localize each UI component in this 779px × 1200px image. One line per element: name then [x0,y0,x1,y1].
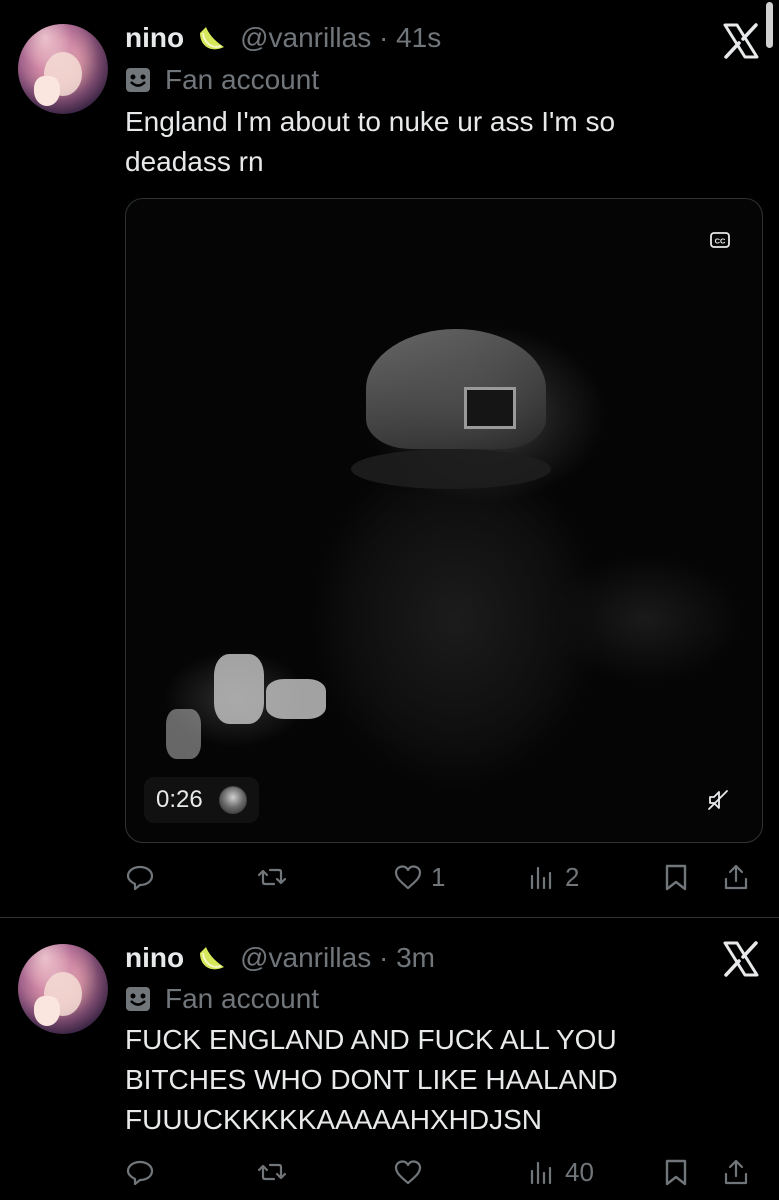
views-button[interactable]: 40 [527,1152,594,1192]
author-name[interactable]: nino [125,942,184,974]
affiliation-text: Fan account [165,983,320,1014]
share-icon [724,1159,748,1185]
scrollbar[interactable] [766,2,773,48]
tweet-text: FUCK ENGLAND AND FUCK ALL YOU BITCHES WH… [125,1024,618,1135]
lime-slice-icon [200,27,225,50]
video-highlight [214,654,264,724]
author-avatar[interactable] [18,24,108,114]
tweet-card[interactable]: nino @vanrillas · 41s Fan account Englan… [0,0,779,918]
tweet-header: nino @vanrillas · 3m [125,938,435,978]
share-icon [724,864,748,890]
video-cap-logo [464,387,516,429]
author-handle-time[interactable]: @vanrillas · 3m [240,942,435,974]
views-icon [530,866,552,890]
heart-icon [394,1160,422,1185]
video-duration: 0:26 [156,786,203,813]
tweet-card[interactable]: nino @vanrillas · 3m Fan account FUCK EN… [0,918,779,1200]
video-duration-badge: 0:26 [144,777,259,823]
bookmark-button[interactable] [661,1152,691,1192]
svg-text:CC: CC [715,237,726,246]
closed-captions-icon[interactable]: CC [710,230,730,250]
comedy-mask-icon [126,68,150,92]
reply-icon [126,865,154,891]
author-handle-time[interactable]: @vanrillas · 41s [240,22,441,54]
tweet-actions: 1 2 [125,857,765,897]
heart-icon [394,865,422,890]
retweet-icon [257,1163,287,1181]
like-button[interactable]: 1 [393,857,445,897]
bookmark-button[interactable] [661,857,691,897]
retweet-icon [257,868,287,886]
x-logo-icon[interactable] [722,22,760,60]
tweet-text: England I'm about to nuke ur ass I'm so … [125,106,616,177]
comedy-mask-icon [126,987,150,1011]
video-subject-brim [351,449,551,489]
reply-button[interactable] [125,1152,163,1192]
like-count: 1 [431,861,446,892]
video-author-mini-avatar [218,786,247,814]
views-count: 40 [565,1156,594,1187]
tweet-header: nino @vanrillas · 41s [125,18,441,58]
tweet-actions: 40 [125,1152,765,1192]
reply-button[interactable] [125,857,163,897]
affiliation-label: Fan account [125,981,319,1017]
affiliation-text: Fan account [165,64,320,95]
like-button[interactable] [393,1152,431,1192]
bookmark-icon [665,1159,687,1186]
reply-icon [126,1160,154,1186]
views-count: 2 [565,861,580,892]
retweet-button[interactable] [257,1152,295,1192]
author-name[interactable]: nino [125,22,184,54]
video-frame [126,199,762,842]
affiliation-label: Fan account [125,62,319,98]
x-logo-icon[interactable] [722,940,760,978]
video-player[interactable]: CC 0:26 [125,198,763,843]
share-button[interactable] [721,1152,751,1192]
views-icon [530,1161,552,1185]
muted-speaker-icon[interactable] [706,788,730,812]
video-highlight [166,709,201,759]
bookmark-icon [665,864,687,891]
views-button[interactable]: 2 [527,857,579,897]
retweet-button[interactable] [257,857,295,897]
video-highlight [266,679,326,719]
video-subject-cap [366,329,546,449]
author-avatar[interactable] [18,944,108,1034]
share-button[interactable] [721,857,751,897]
lime-slice-icon [200,947,225,970]
